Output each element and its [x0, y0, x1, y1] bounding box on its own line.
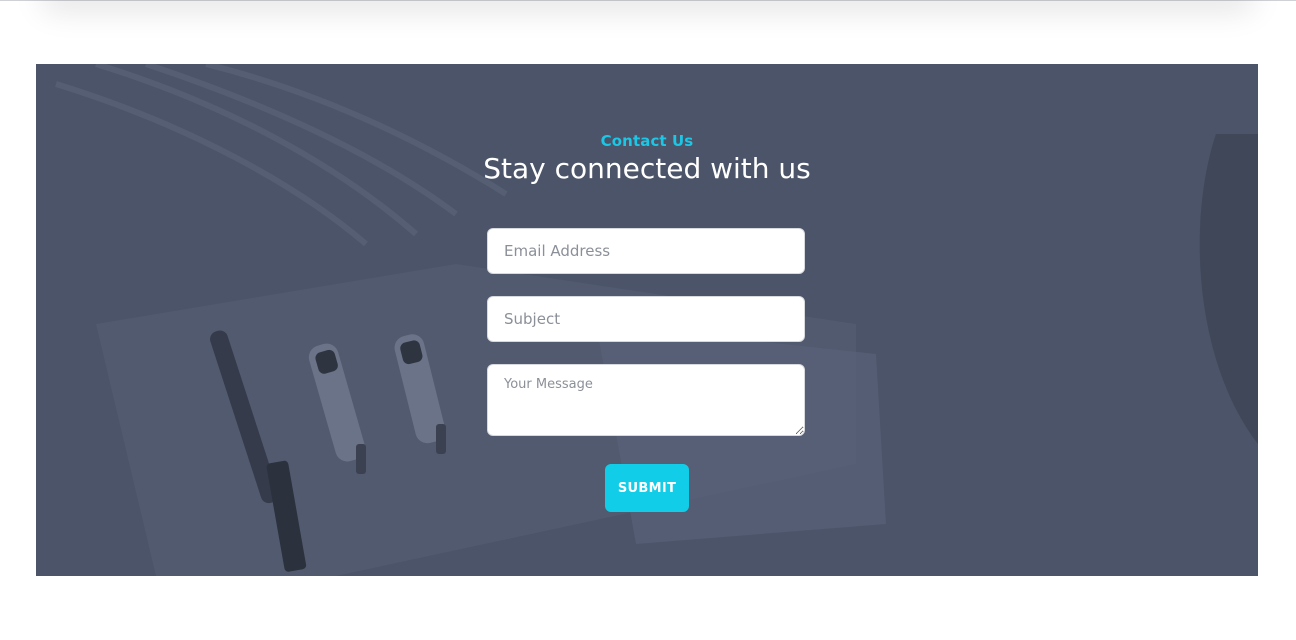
subject-field[interactable]: [487, 296, 805, 342]
contact-eyebrow: Contact Us: [600, 132, 694, 150]
email-field[interactable]: [487, 228, 805, 274]
message-field[interactable]: [487, 364, 805, 436]
submit-button[interactable]: SUBMIT: [605, 464, 689, 512]
contact-section: Contact Us Stay connected with us SUBMIT: [36, 64, 1258, 576]
contact-content: Contact Us Stay connected with us SUBMIT: [36, 64, 1258, 576]
contact-heading: Stay connected with us: [483, 152, 811, 185]
header-bottom-border: [0, 0, 1296, 1]
